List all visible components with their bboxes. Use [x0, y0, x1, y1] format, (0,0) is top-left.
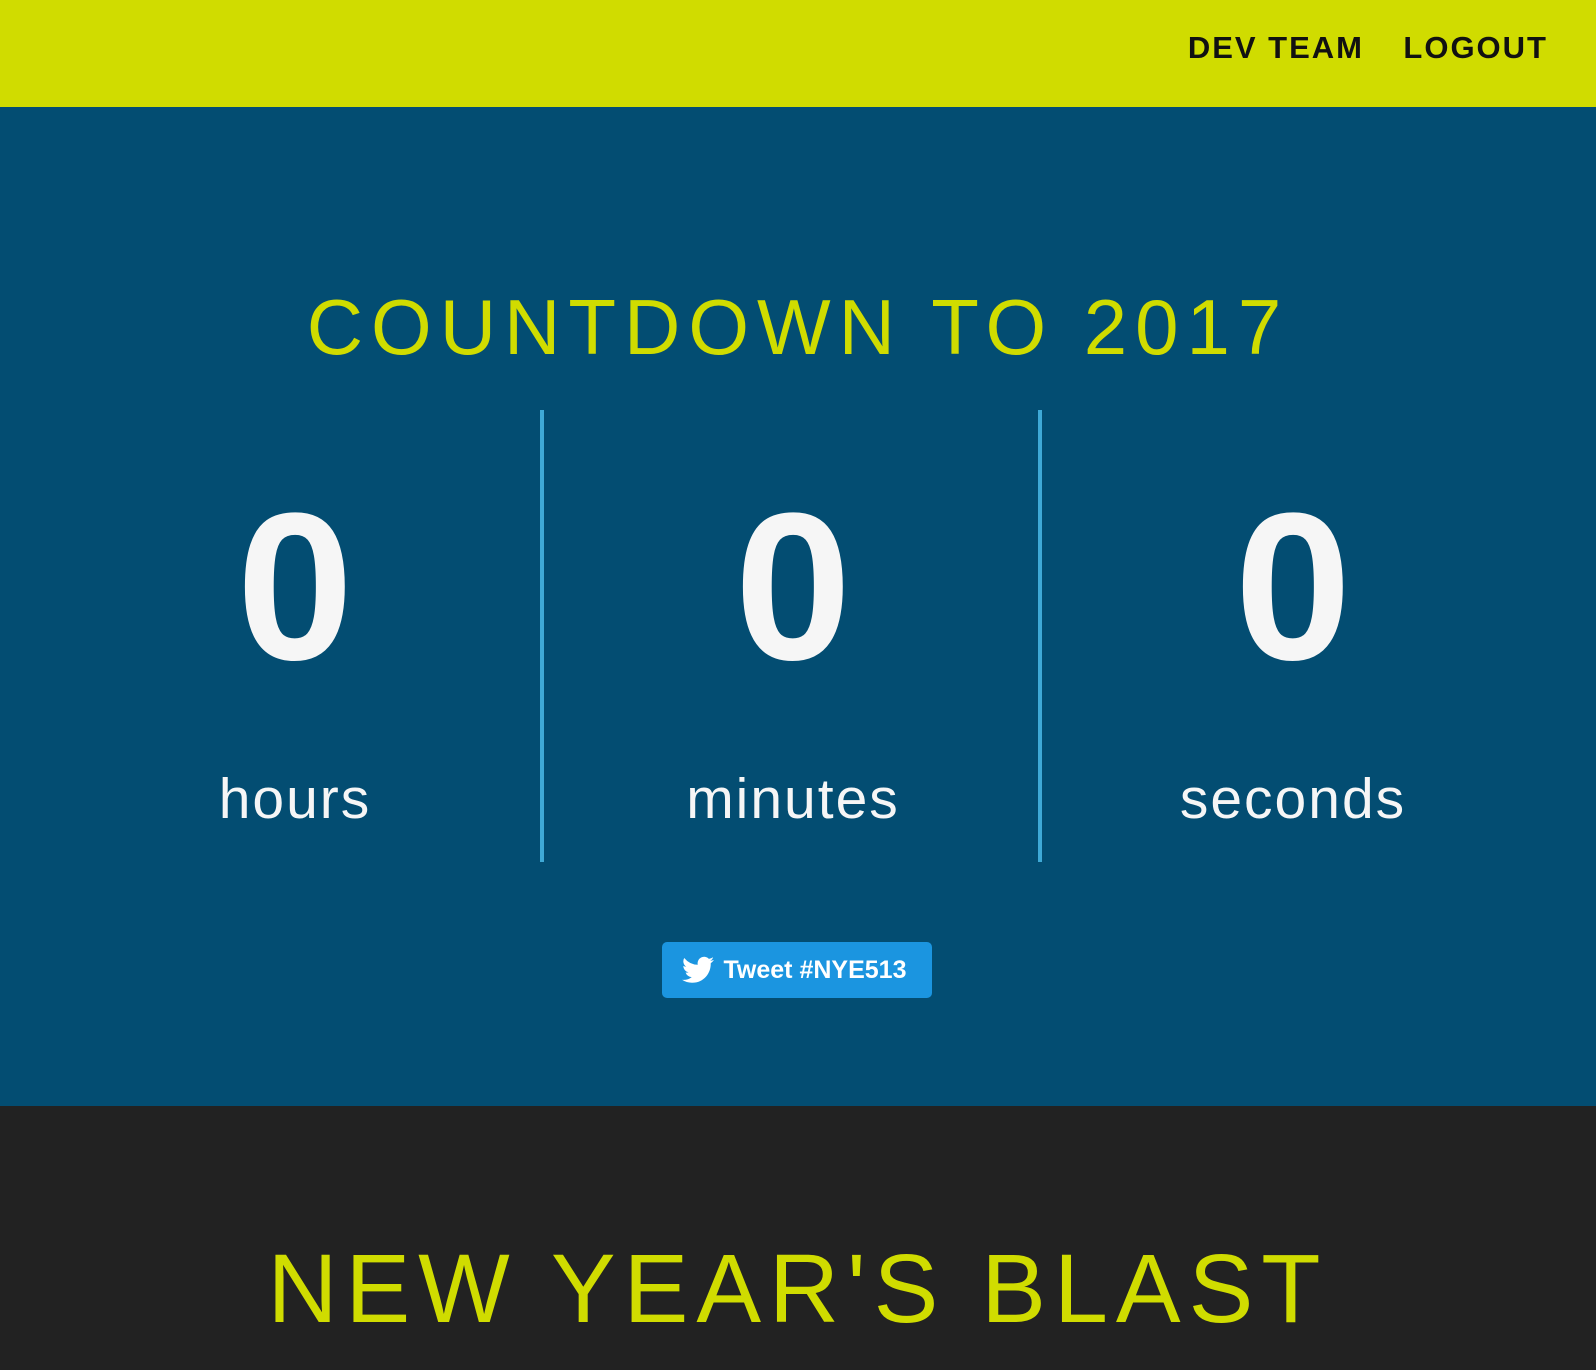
nav-logout-link[interactable]: LOGOUT [1403, 28, 1548, 68]
minutes-label: minutes [686, 767, 900, 831]
hours-value: 0 [236, 469, 354, 704]
minutes-value: 0 [734, 469, 852, 704]
nav-dev-team-link[interactable]: DEV TEAM [1188, 28, 1364, 68]
countdown-section: COUNTDOWN TO 2017 0 hours 0 minutes 0 se… [0, 107, 1596, 1106]
twitter-bird-icon [681, 956, 714, 984]
countdown-hours: 0 hours [45, 469, 545, 832]
countdown-title: COUNTDOWN TO 2017 [306, 283, 1290, 371]
new-years-blast-section: NEW YEAR'S BLAST [0, 1106, 1596, 1370]
seconds-label: seconds [1179, 767, 1407, 831]
seconds-value: 0 [1234, 469, 1352, 704]
hours-label: hours [218, 767, 372, 831]
countdown-seconds: 0 seconds [1043, 469, 1543, 832]
countdown-divider [1038, 410, 1042, 862]
tweet-button[interactable]: Tweet #NYE513 [662, 942, 932, 998]
countdown-minutes: 0 minutes [543, 469, 1043, 832]
blast-title: NEW YEAR'S BLAST [267, 1234, 1329, 1343]
top-navigation-bar: DEV TEAM LOGOUT [0, 0, 1596, 107]
tweet-button-label: Tweet #NYE513 [723, 955, 907, 984]
